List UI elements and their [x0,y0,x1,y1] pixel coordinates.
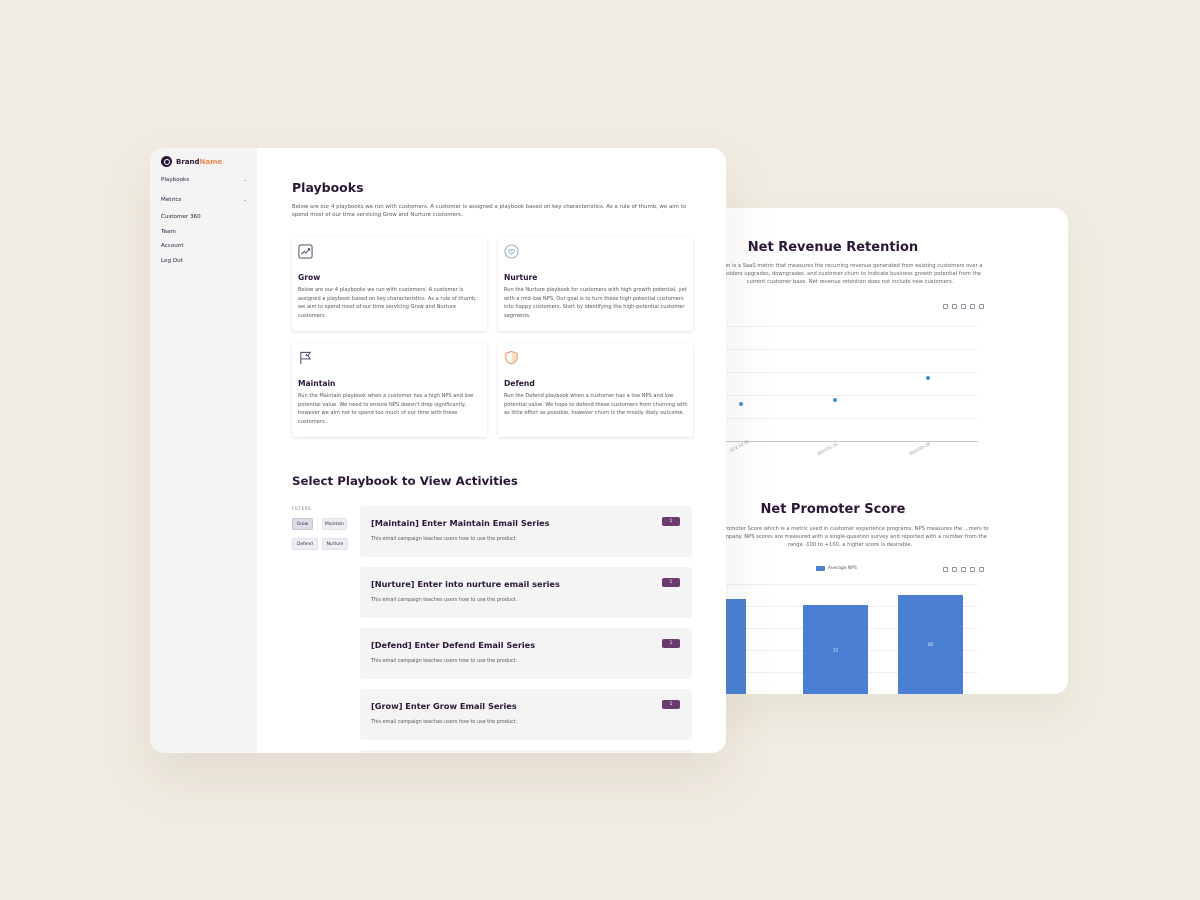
zoom-icon[interactable] [952,567,957,572]
chevron-down-icon: ⌄ [242,197,247,203]
playbook-card-grow[interactable]: Grow Below are our 4 playbooks we run wi… [292,237,487,331]
playbooks-window: BrandName Playbooks ⌄ Metrics ⌄ Customer… [150,148,726,753]
playbook-description: Run the Defend playbook when a customer … [504,393,688,417]
x-tick-label: 2023-02-28 [908,441,931,457]
activity-title: [Nurture] Enter into nurture email serie… [371,579,560,589]
activities-section-title: Select Playbook to View Activities [292,474,518,488]
nps-title: Net Promoter Score [760,502,906,517]
nps-legend[interactable]: Average NPS [816,566,857,571]
filter-chip-grow[interactable]: Grow [292,518,313,530]
activity-description: This email campaign teaches users how to… [371,719,518,725]
playbook-description: Run the Nurture playbook for customers w… [504,287,687,319]
activity-count-badge: 1 [662,639,680,648]
main-content: Playbooks Below are our 4 playbooks we r… [257,148,726,753]
select-icon[interactable] [961,304,966,309]
playbook-title: Grow [298,273,321,282]
nrr-title: Net Revenue Retention [747,240,919,255]
grid-line [726,395,978,396]
grid-line [726,418,978,419]
bar-icon[interactable] [979,304,984,309]
filter-chip-defend[interactable]: Defend [292,538,318,550]
sidebar-item-playbooks[interactable]: Playbooks ⌄ [161,177,247,183]
sidebar-item-label: Log Out [161,258,183,264]
activity-item[interactable] [360,750,692,753]
pan-icon[interactable] [970,304,975,309]
playbook-card-nurture[interactable]: Nurture Run the Nurture playbook for cus… [498,237,693,331]
sidebar-item-team[interactable]: Team [161,229,247,235]
heart-icon [504,244,519,259]
brand-mark-icon [161,156,172,167]
activity-item-nurture[interactable]: [Nurture] Enter into nurture email serie… [360,567,692,618]
activity-description: This email campaign teaches users how to… [371,597,518,603]
activity-count-badge: 1 [662,578,680,587]
chevron-down-icon: ⌄ [242,177,247,183]
nps-bar[interactable]: 80 [898,594,963,694]
sidebar-item-label: Customer 360 [161,214,201,220]
playbook-description: Below are our 4 playbooks we run with cu… [298,287,477,319]
brand-logo[interactable]: BrandName [161,156,222,167]
playbook-title: Maintain [298,379,336,388]
bar-icon[interactable] [979,567,984,572]
nps-chart-toolbar [943,567,984,572]
sidebar-item-label: Playbooks [161,177,190,183]
activity-description: This email campaign teaches users how to… [371,536,518,542]
nrr-data-point[interactable] [833,397,837,402]
grid-line [726,349,978,350]
playbook-description: Run the Maintain playbook when a custome… [298,393,474,425]
playbook-title: Nurture [504,273,538,282]
activity-title: [Grow] Enter Grow Email Series [371,701,517,711]
grid-line [726,372,978,373]
nps-bar[interactable]: 72 [803,604,868,694]
page-description: Below are our 4 playbooks we run with cu… [292,204,687,219]
shield-icon [505,350,518,365]
nrr-data-point[interactable] [739,402,743,407]
x-axis [726,441,978,442]
sidebar-item-label: Metrics [161,197,182,203]
pan-icon[interactable] [970,567,975,572]
zoom-icon[interactable] [952,304,957,309]
select-icon[interactable] [961,567,966,572]
sidebar-item-customer-360[interactable]: Customer 360 [161,214,247,220]
page-title: Playbooks [292,180,364,195]
activity-item-grow[interactable]: [Grow] Enter Grow Email Series This emai… [360,689,692,740]
nps-description: Net Promoter Score which is a metric use… [711,526,989,549]
sidebar-item-account[interactable]: Account [161,243,247,249]
activity-count-badge: 1 [662,700,680,709]
x-tick-label: 2023-01-31 [816,441,839,457]
activity-description: This email campaign teaches users how to… [371,658,518,664]
sidebar-item-label: Account [161,243,184,249]
download-icon[interactable] [943,304,948,309]
playbook-card-maintain[interactable]: Maintain Run the Maintain playbook when … [292,343,487,437]
brand-name: Brand [176,157,200,166]
legend-swatch [816,566,825,571]
nps-bar-label: 72 [832,647,839,653]
playbook-card-defend[interactable]: Defend Run the Defend playbook when a cu… [498,343,693,437]
activity-count-badge: 1 [662,517,680,526]
filter-chip-maintain[interactable]: Maintain [322,518,347,530]
flag-icon [300,351,312,365]
nrr-data-point[interactable] [926,375,930,380]
sidebar-item-log-out[interactable]: Log Out [161,258,247,264]
sidebar: BrandName Playbooks ⌄ Metrics ⌄ Customer… [150,148,257,753]
metrics-window: Net Revenue Retention ...ion is a SaaS m… [700,208,1068,694]
activity-item-defend[interactable]: [Defend] Enter Defend Email Series This … [360,628,692,679]
trending-up-icon [298,244,313,259]
activity-title: [Maintain] Enter Maintain Email Series [371,518,550,528]
nps-bar-label: 80 [927,642,934,648]
legend-label: Average NPS [828,566,857,571]
activity-item-maintain[interactable]: [Maintain] Enter Maintain Email Series T… [360,506,692,557]
nrr-description: ...ion is a SaaS metric that measures th… [717,263,983,286]
filters-label: FILTERS [292,507,312,512]
brand-name-accent: Name [199,157,223,166]
nrr-chart-toolbar [943,304,984,309]
download-icon[interactable] [943,567,948,572]
sidebar-item-label: Team [161,229,176,235]
grid-line [726,584,978,585]
activity-title: [Defend] Enter Defend Email Series [371,640,536,650]
playbook-title: Defend [504,379,535,388]
sidebar-item-metrics[interactable]: Metrics ⌄ [161,197,247,203]
grid-line [726,326,978,327]
filter-chip-nurture[interactable]: Nurture [322,538,348,550]
